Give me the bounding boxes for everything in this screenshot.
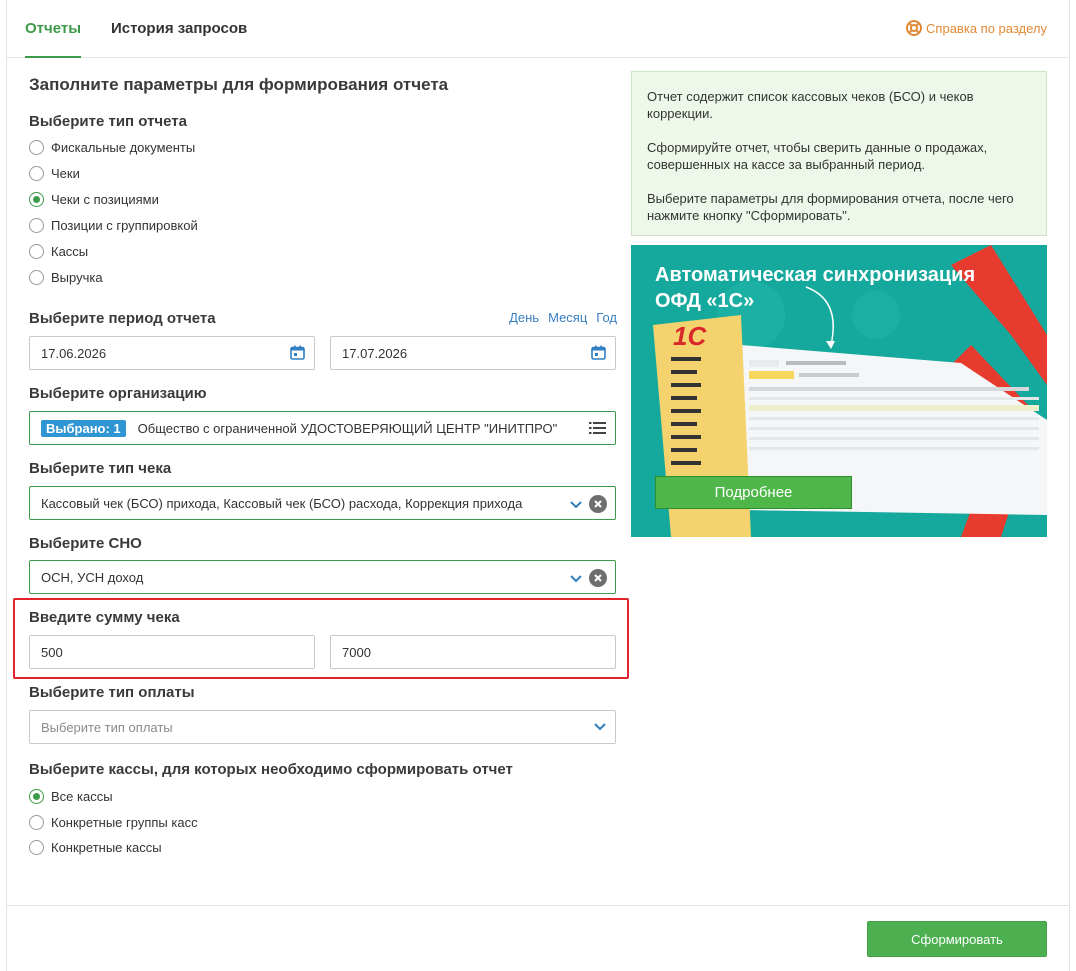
radio-label: Все кассы (51, 789, 113, 804)
form-footer: Сформировать (7, 905, 1069, 971)
receipt-type-heading: Выберите тип чека (29, 460, 172, 477)
radio-circle (29, 218, 44, 233)
date-to-input[interactable]: 17.07.2026 (330, 336, 616, 370)
radio-circle (29, 840, 44, 855)
radio-label: Выручка (51, 270, 103, 285)
select-controls (569, 569, 607, 587)
clear-icon[interactable] (589, 569, 607, 587)
amount-heading: Введите сумму чека (29, 609, 180, 626)
payment-type-heading: Выберите тип оплаты (29, 684, 195, 701)
radio-receipts[interactable]: Чеки (29, 166, 80, 181)
reports-page: Отчеты История запросов Справка по разде… (6, 0, 1070, 971)
radio-circle (29, 815, 44, 830)
organization-heading: Выберите организацию (29, 385, 207, 402)
tax-system-value: ОСН, УСН доход (41, 569, 144, 585)
chevron-down-icon[interactable] (593, 719, 607, 733)
payment-type-select[interactable]: Выберите тип оплаты (29, 710, 616, 744)
banner-title-line: ОФД «1С» (655, 290, 755, 312)
radio-label: Фискальные документы (51, 140, 196, 155)
radio-label: Позиции с группировкой (51, 218, 198, 233)
1c-logo: 1С (673, 321, 707, 351)
select-controls (593, 719, 607, 733)
amount-max-value: 7000 (342, 644, 371, 660)
list-icon[interactable] (589, 421, 606, 435)
chevron-down-icon[interactable] (569, 571, 583, 585)
period-quick-links: День Месяц Год (509, 310, 617, 325)
radio-label: Кассы (51, 244, 89, 259)
radio-circle (29, 192, 44, 207)
promo-banner[interactable]: Автоматическая синхронизация ОФД «1С» 1С… (631, 245, 1047, 537)
report-type-heading: Выберите тип отчета (29, 113, 187, 130)
radio-circle (29, 789, 44, 804)
radio-circle (29, 244, 44, 259)
radio-label: Чеки с позициями (51, 192, 159, 207)
chevron-down-icon[interactable] (569, 497, 583, 511)
radio-circle (29, 166, 44, 181)
tab-request-history[interactable]: История запросов (111, 20, 247, 58)
amount-min-input[interactable]: 500 (29, 635, 315, 669)
radio-circle (29, 270, 44, 285)
radio-label: Чеки (51, 166, 80, 181)
date-from-input[interactable]: 17.06.2026 (29, 336, 315, 370)
info-paragraph: Сформируйте отчет, чтобы сверить данные … (647, 140, 988, 172)
radio-specific-registers[interactable]: Конкретные кассы (29, 840, 162, 855)
radio-receipts-with-items[interactable]: Чеки с позициями (29, 192, 159, 207)
calendar-icon[interactable] (591, 345, 606, 360)
generate-report-button[interactable]: Сформировать (867, 921, 1047, 957)
tax-system-select[interactable]: ОСН, УСН доход (29, 560, 616, 594)
period-link-year[interactable]: Год (596, 310, 617, 325)
date-to-value: 17.07.2026 (342, 345, 408, 361)
calendar-icon[interactable] (290, 345, 305, 360)
radio-register-groups[interactable]: Конкретные группы касс (29, 815, 198, 830)
help-link[interactable]: Справка по разделу (906, 20, 1047, 36)
organization-value: Общество с ограниченной УДОСТОВЕРЯЮЩИЙ Ц… (137, 420, 558, 436)
select-controls (569, 495, 607, 513)
receipt-type-select[interactable]: Кассовый чек (БСО) прихода, Кассовый чек… (29, 486, 616, 520)
info-paragraph: Выберите параметры для формирования отче… (647, 191, 1014, 223)
radio-label: Конкретные кассы (51, 840, 162, 855)
radio-all-registers[interactable]: Все кассы (29, 789, 113, 804)
form-title: Заполните параметры для формирования отч… (29, 75, 449, 94)
lifebuoy-icon (906, 20, 923, 36)
banner-title-line: Автоматическая синхронизация (655, 264, 976, 286)
amount-min-value: 500 (41, 644, 63, 660)
radio-circle (29, 140, 44, 155)
report-info-box: Отчет содержит список кассовых чеков (БС… (631, 71, 1047, 236)
info-paragraph: Отчет содержит список кассовых чеков (БС… (647, 89, 974, 121)
help-link-label: Справка по разделу (926, 20, 1047, 36)
tax-system-heading: Выберите СНО (29, 535, 142, 552)
learn-more-button[interactable]: Подробнее (655, 476, 852, 509)
tab-reports[interactable]: Отчеты (25, 20, 82, 58)
period-heading: Выберите период отчета (29, 310, 216, 327)
radio-grouped-items[interactable]: Позиции с группировкой (29, 218, 198, 233)
radio-registers[interactable]: Кассы (29, 244, 88, 259)
period-link-month[interactable]: Месяц (548, 310, 587, 325)
amount-max-input[interactable]: 7000 (330, 635, 616, 669)
radio-revenue[interactable]: Выручка (29, 270, 103, 285)
period-link-day[interactable]: День (509, 310, 539, 325)
clear-icon[interactable] (589, 495, 607, 513)
selected-count-badge: Выбрано: 1 (41, 419, 126, 437)
radio-fiscal-documents[interactable]: Фискальные документы (29, 140, 195, 155)
organization-select[interactable]: Выбрано: 1 Общество с ограниченной УДОСТ… (29, 411, 616, 445)
receipt-type-value: Кассовый чек (БСО) прихода, Кассовый чек… (41, 495, 523, 511)
banner-title: Автоматическая синхронизация ОФД «1С» (655, 262, 975, 314)
tab-bar: Отчеты История запросов Справка по разде… (7, 0, 1069, 58)
payment-type-placeholder: Выберите тип оплаты (41, 719, 173, 735)
radio-label: Конкретные группы касс (51, 815, 198, 830)
date-from-value: 17.06.2026 (41, 345, 107, 361)
registers-heading: Выберите кассы, для которых необходимо с… (29, 761, 513, 778)
